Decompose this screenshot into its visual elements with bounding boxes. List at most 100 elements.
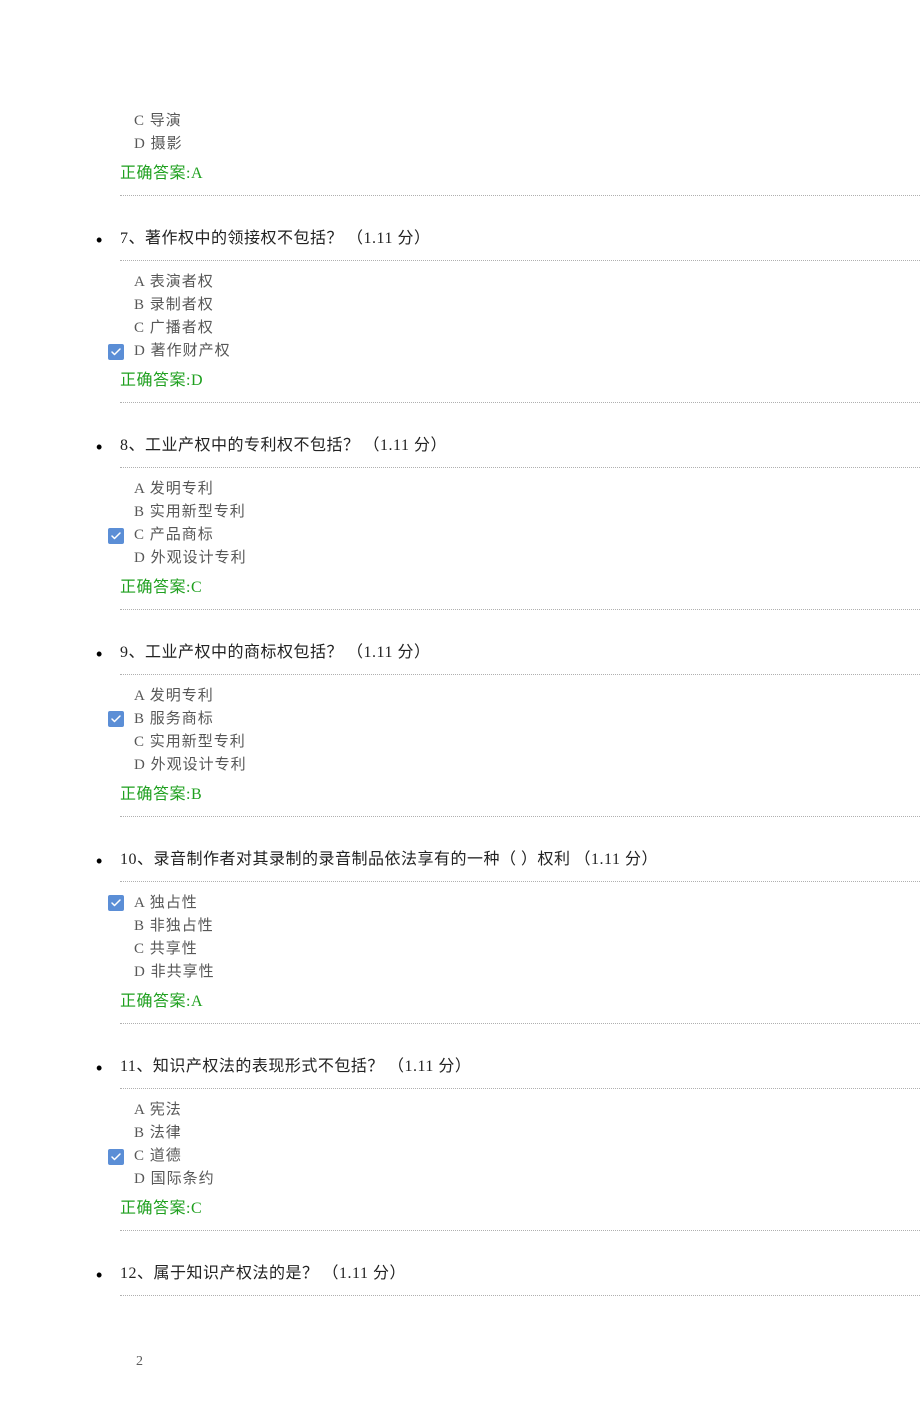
checkmark-icon: [108, 1149, 124, 1165]
option-label: C 产品商标: [134, 524, 214, 547]
option[interactable]: D 非共享性: [134, 961, 920, 984]
option[interactable]: A 宪法: [134, 1099, 920, 1122]
option[interactable]: C 实用新型专利: [134, 731, 920, 754]
divider: [120, 402, 920, 403]
option[interactable]: C 共享性: [134, 938, 920, 961]
answer-prefix: 正确答案:: [120, 579, 191, 596]
option-label: A 发明专利: [134, 685, 214, 708]
correct-answer: 正确答案:A: [120, 987, 920, 1011]
question-item: •11、知识产权法的表现形式不包括？（1.11 分）A 宪法B 法律C 道德D …: [120, 1052, 920, 1259]
option[interactable]: B 法律: [134, 1122, 920, 1145]
option[interactable]: D 摄影: [134, 133, 920, 156]
option[interactable]: A 独占性: [134, 892, 920, 915]
option[interactable]: A 发明专利: [134, 478, 920, 501]
bullet-icon: •: [96, 852, 102, 870]
correct-answer: 正确答案:C: [120, 573, 920, 597]
option[interactable]: C 导演: [134, 110, 920, 133]
checkmark-icon: [108, 895, 124, 911]
divider: [120, 1023, 920, 1024]
option-label: A 独占性: [134, 892, 198, 915]
correct-answer: 正确答案:D: [120, 366, 920, 390]
option-label: A 表演者权: [134, 271, 214, 294]
answer-value: D: [191, 372, 203, 389]
divider: [120, 467, 920, 468]
option[interactable]: D 国际条约: [134, 1168, 920, 1191]
option[interactable]: B 录制者权: [134, 294, 920, 317]
question-text: 录音制作者对其录制的录音制品依法享有的一种（ ）权利: [154, 851, 571, 868]
option-label: C 共享性: [134, 938, 198, 961]
option-label: B 非独占性: [134, 915, 214, 938]
question-number: 9、: [120, 644, 145, 661]
answer-value: A: [191, 165, 203, 182]
option[interactable]: A 发明专利: [134, 685, 920, 708]
question-item: •12、属于知识产权法的是？（1.11 分）: [120, 1259, 920, 1324]
divider: [120, 1088, 920, 1089]
options-container: A 独占性B 非独占性C 共享性D 非共享性: [120, 892, 920, 985]
question-item: •9、工业产权中的商标权包括？（1.11 分）A 发明专利B 服务商标C 实用新…: [120, 638, 920, 845]
option-label: B 实用新型专利: [134, 501, 246, 524]
checkmark-icon: [108, 344, 124, 360]
option[interactable]: C 广播者权: [134, 317, 920, 340]
checkmark-icon: [108, 711, 124, 727]
question-text: 著作权中的领接权不包括？: [145, 230, 343, 247]
question-title: 10、录音制作者对其录制的录音制品依法享有的一种（ ）权利（1.11 分）: [120, 845, 920, 869]
answer-value: C: [191, 1200, 202, 1217]
option[interactable]: B 非独占性: [134, 915, 920, 938]
option[interactable]: B 服务商标: [134, 708, 920, 731]
question-text: 工业产权中的专利权不包括？: [145, 437, 360, 454]
correct-answer: 正确答案:C: [120, 1194, 920, 1218]
option-label: D 外观设计专利: [134, 547, 247, 570]
prefix-options: C 导演D 摄影: [120, 110, 920, 157]
question-points: （1.11 分）: [323, 1265, 406, 1282]
option[interactable]: D 外观设计专利: [134, 547, 920, 570]
correct-answer: 正确答案:B: [120, 780, 920, 804]
question-number: 12、: [120, 1265, 154, 1282]
option-label: D 外观设计专利: [134, 754, 247, 777]
bullet-icon: •: [96, 231, 102, 249]
question-points: （1.11 分）: [575, 851, 658, 868]
options-container: A 宪法B 法律C 道德D 国际条约: [120, 1099, 920, 1192]
options-container: A 表演者权B 录制者权C 广播者权D 著作财产权: [120, 271, 920, 364]
divider: [120, 609, 920, 610]
option[interactable]: A 表演者权: [134, 271, 920, 294]
question-number: 10、: [120, 851, 154, 868]
option-label: D 著作财产权: [134, 340, 231, 363]
option[interactable]: B 实用新型专利: [134, 501, 920, 524]
question-text: 属于知识产权法的是？: [154, 1265, 319, 1282]
options-container: A 发明专利B 实用新型专利C 产品商标D 外观设计专利: [120, 478, 920, 571]
question-item: •10、录音制作者对其录制的录音制品依法享有的一种（ ）权利（1.11 分）A …: [120, 845, 920, 1052]
option-label: B 录制者权: [134, 294, 214, 317]
question-title: 8、工业产权中的专利权不包括？（1.11 分）: [120, 431, 920, 455]
divider: [120, 260, 920, 261]
divider: [120, 195, 920, 196]
divider: [120, 674, 920, 675]
question-text: 工业产权中的商标权包括？: [145, 644, 343, 661]
question-points: （1.11 分）: [347, 230, 430, 247]
question-points: （1.11 分）: [347, 644, 430, 661]
option[interactable]: C 道德: [134, 1145, 920, 1168]
option[interactable]: D 外观设计专利: [134, 754, 920, 777]
divider: [120, 1295, 920, 1296]
question-points: （1.11 分）: [388, 1058, 471, 1075]
option-label: D 国际条约: [134, 1168, 215, 1191]
option[interactable]: C 产品商标: [134, 524, 920, 547]
option-label: B 法律: [134, 1122, 182, 1145]
question-number: 8、: [120, 437, 145, 454]
option-label: D 非共享性: [134, 961, 215, 984]
question-title: 7、著作权中的领接权不包括？（1.11 分）: [120, 224, 920, 248]
divider: [120, 881, 920, 882]
bullet-icon: •: [96, 438, 102, 456]
correct-answer: 正确答案:A: [120, 159, 920, 183]
option-label: D 摄影: [134, 133, 183, 156]
checkmark-icon: [108, 528, 124, 544]
question-points: （1.11 分）: [364, 437, 447, 454]
option[interactable]: D 著作财产权: [134, 340, 920, 363]
option-label: C 导演: [134, 110, 182, 133]
answer-value: A: [191, 993, 203, 1010]
question-number: 7、: [120, 230, 145, 247]
question-title: 12、属于知识产权法的是？（1.11 分）: [120, 1259, 920, 1283]
answer-prefix: 正确答案:: [120, 786, 191, 803]
question-number: 11、: [120, 1058, 153, 1075]
option-label: B 服务商标: [134, 708, 214, 731]
option-label: C 实用新型专利: [134, 731, 246, 754]
